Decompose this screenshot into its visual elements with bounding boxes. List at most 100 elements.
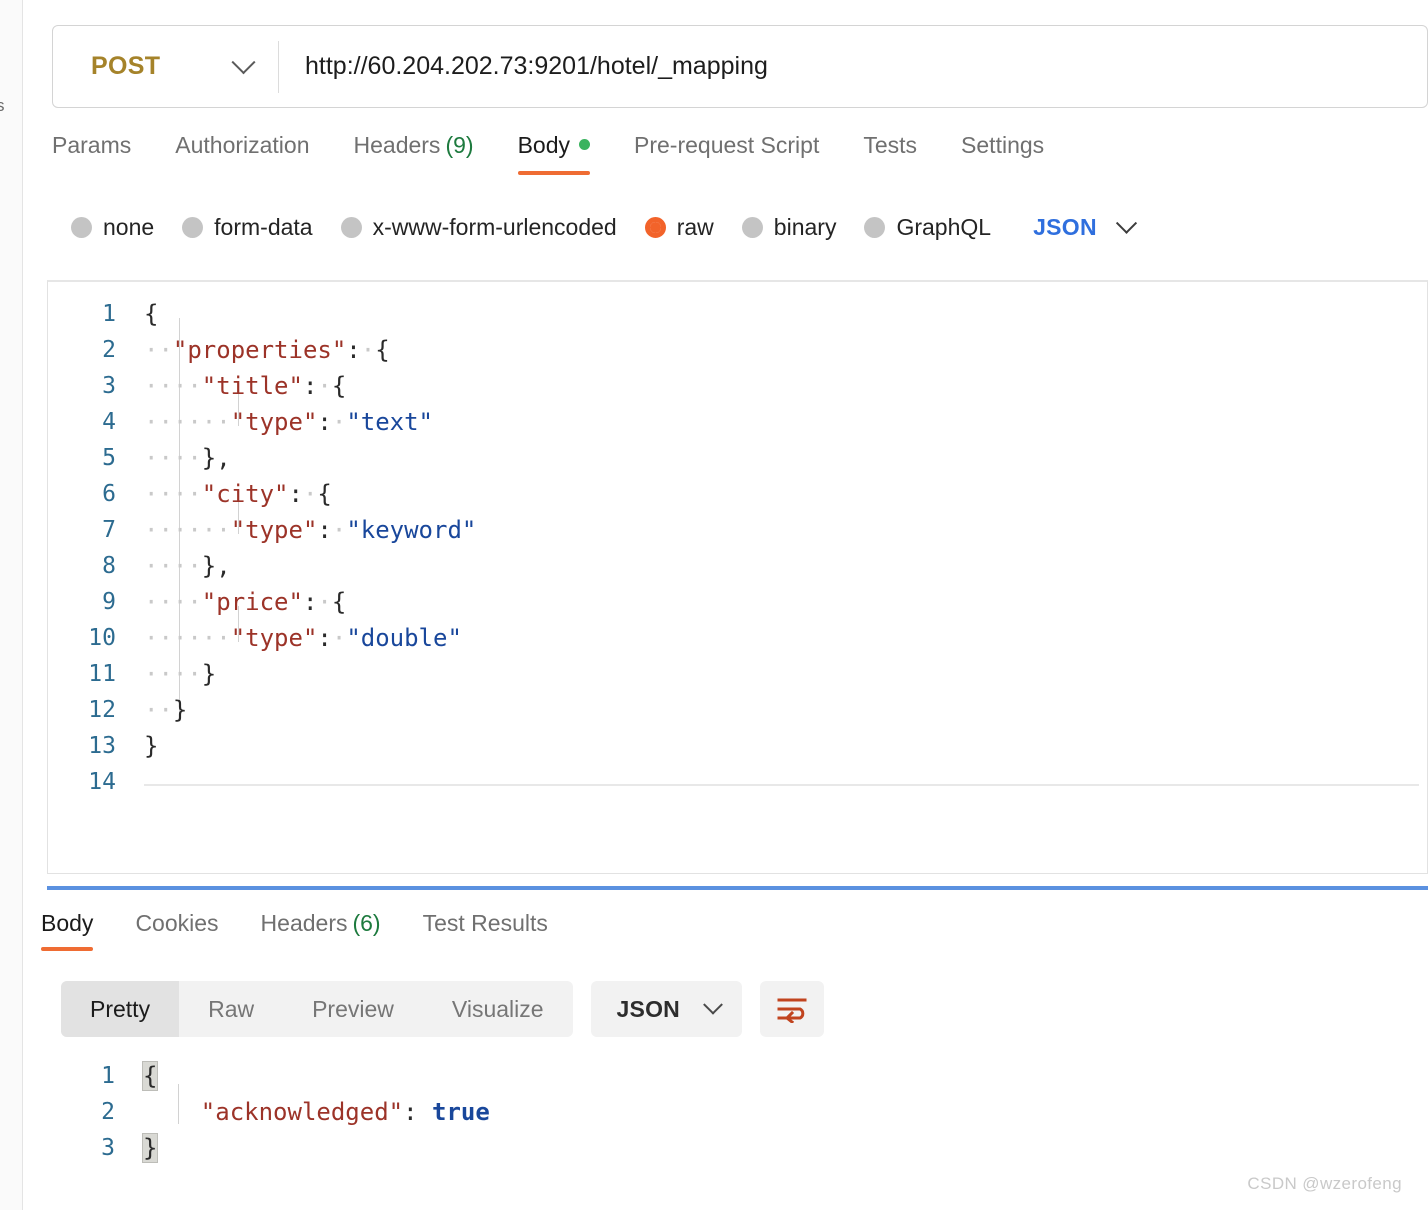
code-token: · <box>317 372 332 400</box>
body-type-x-www-form-urlencoded[interactable]: x-www-form-urlencoded <box>340 213 617 241</box>
body-type-form-data[interactable]: form-data <box>182 214 313 241</box>
response-tab-test-results[interactable]: Test Results <box>423 906 548 951</box>
code-token: · <box>317 588 332 616</box>
response-tab-body[interactable]: Body <box>41 906 94 951</box>
request-tab-body[interactable]: Body <box>517 128 591 175</box>
response-language-select[interactable]: JSON <box>590 981 742 1037</box>
http-method-select[interactable]: POST <box>53 26 278 107</box>
line-number: 13 <box>88 733 116 759</box>
response-tab-bar: Body Cookies Headers (6) Test Results <box>41 906 590 951</box>
code-token: { <box>144 300 159 328</box>
request-body-editor[interactable]: 1{2 ··"properties":·{3 ····"title":·{4 ····… <box>47 280 1428 874</box>
word-wrap-button[interactable] <box>759 981 824 1037</box>
line-number: 9 <box>102 589 116 615</box>
request-tab-authorization[interactable]: Authorization <box>175 128 309 175</box>
code-line: 14 <box>48 764 1427 800</box>
code-content: ····"city":·{ <box>144 480 1427 508</box>
line-number: 7 <box>102 517 116 543</box>
sidebar-clipped-text: s <box>0 96 5 115</box>
response-tab-label: Test Results <box>422 910 548 936</box>
code-token: · <box>331 624 347 652</box>
request-tab-settings[interactable]: Settings <box>961 128 1044 175</box>
line-number: 10 <box>88 625 116 651</box>
request-tab-label: Tests <box>863 132 918 158</box>
code-token: ·· <box>144 696 173 724</box>
code-content: ····}, <box>144 552 1427 580</box>
code-token: ···· <box>144 588 202 616</box>
code-token: : <box>302 588 318 616</box>
code-token: } <box>141 1133 159 1163</box>
request-language-label: JSON <box>1033 213 1097 240</box>
response-tab-headers[interactable]: Headers (6) <box>261 906 381 951</box>
code-token: "city" <box>201 480 289 508</box>
code-token: ·· <box>201 516 231 544</box>
code-token: }, <box>201 444 231 472</box>
line-number: 14 <box>88 769 116 795</box>
request-tab-label: Headers <box>353 132 441 158</box>
code-line: 3} <box>47 1130 1428 1166</box>
code-content: { <box>144 300 1427 328</box>
code-token: ···· <box>144 624 202 652</box>
code-token: : <box>403 1098 432 1126</box>
http-method-label: POST <box>91 52 161 80</box>
code-line: 2 ··"properties":·{ <box>48 332 1427 368</box>
code-token: "properties" <box>172 336 347 364</box>
response-view-pretty[interactable]: Pretty <box>61 981 180 1037</box>
code-token: "text" <box>346 408 434 436</box>
line-number: 3 <box>102 373 116 399</box>
line-number: 6 <box>102 481 116 507</box>
code-line: 3 ····"title":·{ <box>48 368 1427 404</box>
response-language-label: JSON <box>616 995 680 1022</box>
response-view-raw[interactable]: Raw <box>179 981 283 1037</box>
line-number: 1 <box>101 1063 115 1089</box>
code-token: : <box>346 336 361 364</box>
code-line: 12 ··} <box>48 692 1427 728</box>
request-tab-pre-request-script[interactable]: Pre-request Script <box>634 128 819 175</box>
request-response-pane: POST Params Authorization Headers(9) Body Pr… <box>23 0 1428 1210</box>
body-type-label: x-www-form-urlencoded <box>372 213 617 240</box>
body-type-binary[interactable]: binary <box>741 214 836 241</box>
request-language-select[interactable]: JSON <box>1033 212 1138 241</box>
radio-icon <box>864 216 886 238</box>
code-token: { <box>141 1061 159 1091</box>
code-token: { <box>331 588 347 616</box>
body-type-label: GraphQL <box>896 213 992 240</box>
line-number: 5 <box>102 445 116 471</box>
body-type-graphql[interactable]: GraphQL <box>864 214 991 241</box>
code-line: 1{ <box>47 1058 1428 1094</box>
code-token: ···· <box>144 444 202 472</box>
request-tab-params[interactable]: Params <box>52 128 131 175</box>
code-line: 5 ····}, <box>48 440 1427 476</box>
line-number: 12 <box>88 697 116 723</box>
request-tab-headers[interactable]: Headers (9) <box>354 128 474 175</box>
active-line-highlight <box>144 784 1419 786</box>
code-content: ····"title":·{ <box>144 372 1427 400</box>
code-content: ··"properties":·{ <box>144 336 1427 364</box>
code-content: ······"type":·"double" <box>144 624 1427 652</box>
code-line: 1{ <box>48 296 1427 332</box>
body-type-raw[interactable]: raw <box>644 214 714 241</box>
code-content: ····}, <box>144 444 1427 472</box>
pane-resize-handle[interactable] <box>47 886 1428 890</box>
code-token: ···· <box>144 408 202 436</box>
line-number: 4 <box>102 409 116 435</box>
radio-icon <box>340 216 362 238</box>
line-number: 2 <box>101 1099 115 1125</box>
code-token: ···· <box>144 480 202 508</box>
request-tab-bar: Params Authorization Headers (9) Body Pre-req… <box>52 128 1428 180</box>
response-view-visualize[interactable]: Visualize <box>423 981 573 1037</box>
request-tab-count: (9) <box>445 132 474 158</box>
response-body-editor[interactable]: 1{2 "acknowledged": true 3} <box>47 1050 1428 1170</box>
body-type-none[interactable]: none <box>71 214 154 241</box>
response-tab-cookies[interactable]: Cookies <box>135 906 218 951</box>
code-content: ··} <box>144 696 1427 724</box>
code-token: : <box>302 372 318 400</box>
code-token: : <box>317 516 332 544</box>
response-view-preview[interactable]: Preview <box>283 981 423 1037</box>
code-token: "type" <box>230 624 318 652</box>
url-input[interactable] <box>279 25 1427 108</box>
request-tab-tests[interactable]: Tests <box>863 128 917 175</box>
line-number: 11 <box>88 661 116 687</box>
code-token: ···· <box>144 552 202 580</box>
request-tab-label: Settings <box>961 132 1045 158</box>
